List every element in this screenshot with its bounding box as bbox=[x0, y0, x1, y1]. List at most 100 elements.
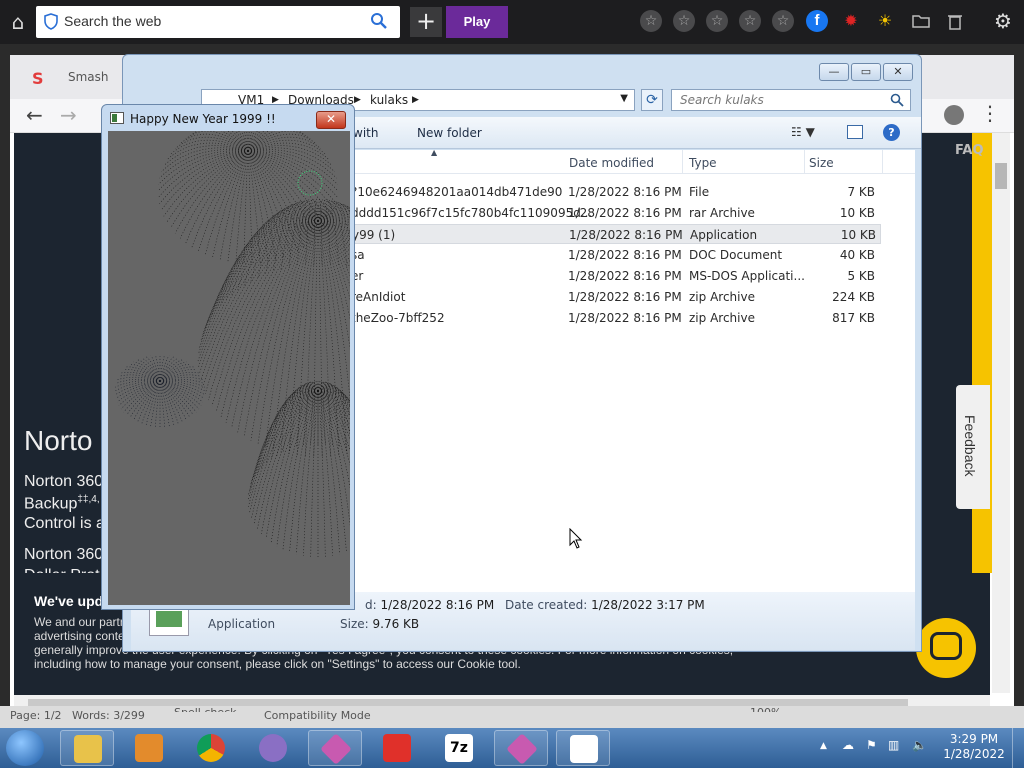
column-divider[interactable] bbox=[804, 150, 805, 174]
folder-search-box[interactable]: Search kulaks bbox=[671, 89, 911, 111]
close-button[interactable]: ✕ bbox=[883, 63, 913, 81]
preview-pane-icon[interactable] bbox=[847, 125, 863, 139]
norton-text-line: Norton 360 bbox=[24, 473, 104, 490]
page-count[interactable]: Page: 1/2 bbox=[10, 709, 62, 722]
clock[interactable]: 3:29 PM 1/28/2022 bbox=[938, 732, 1010, 762]
file-type: File bbox=[689, 185, 710, 199]
page-title: Norto bbox=[24, 425, 93, 456]
app-icon bbox=[110, 112, 124, 124]
back-arrow-icon[interactable]: ← bbox=[26, 103, 43, 127]
feedback-tab[interactable]: Feedback bbox=[956, 385, 990, 509]
clock-date: 1/28/2022 bbox=[943, 747, 1005, 761]
forward-arrow-icon[interactable]: → bbox=[60, 103, 77, 127]
chevron-right-icon[interactable]: ▶ bbox=[354, 95, 361, 105]
tab-smash[interactable]: S Smash bbox=[20, 63, 130, 93]
column-date-modified[interactable]: Date modified bbox=[569, 156, 654, 170]
help-icon[interactable]: ? bbox=[883, 124, 900, 141]
web-search-box[interactable]: Search the web bbox=[36, 6, 400, 38]
file-name: ?10e6246948201aa014db471de90 bbox=[351, 185, 563, 199]
file-name: theZoo-7bff252 bbox=[351, 311, 445, 325]
chevron-right-icon[interactable]: ▶ bbox=[412, 95, 419, 105]
flag-icon[interactable]: ⚑ bbox=[866, 738, 877, 752]
file-size: 10 KB bbox=[839, 206, 875, 220]
search-icon[interactable] bbox=[370, 12, 388, 30]
file-size: 224 KB bbox=[832, 290, 875, 304]
file-type: Application bbox=[690, 228, 758, 242]
ladybug-icon[interactable]: ✹ bbox=[840, 10, 862, 32]
chevron-up-icon[interactable]: ▲ bbox=[820, 741, 827, 751]
7zip-taskbar-button[interactable]: 7z bbox=[432, 730, 486, 766]
maximize-button[interactable]: ▭ bbox=[851, 63, 881, 81]
home-icon[interactable]: ⌂ bbox=[6, 10, 30, 34]
file-type: rar Archive bbox=[689, 206, 755, 220]
play-button[interactable]: Play bbox=[446, 6, 508, 38]
view-options-icon[interactable]: ☷ ▼ bbox=[791, 125, 821, 141]
folder-search-input[interactable]: Search kulaks bbox=[680, 93, 764, 107]
chrome-taskbar-button[interactable] bbox=[184, 730, 238, 766]
vertical-scrollbar[interactable] bbox=[992, 133, 1010, 693]
system-tray: ▲ ☁ ⚑ ▥ 🔈 bbox=[818, 738, 928, 758]
breadcrumb-item[interactable]: kulaks bbox=[370, 93, 408, 107]
file-type: zip Archive bbox=[689, 311, 755, 325]
file-date: 1/28/2022 8:16 PM bbox=[569, 228, 683, 242]
folder-icon[interactable] bbox=[910, 10, 932, 32]
star-icon[interactable]: ☆ bbox=[706, 10, 728, 32]
file-type: zip Archive bbox=[689, 290, 755, 304]
chrome-icon bbox=[197, 734, 225, 762]
column-size[interactable]: Size bbox=[809, 156, 834, 170]
show-desktop-button[interactable] bbox=[1012, 728, 1024, 768]
star-icon[interactable]: ☆ bbox=[772, 10, 794, 32]
facebook-icon[interactable]: f bbox=[806, 10, 828, 32]
start-button[interactable] bbox=[6, 730, 44, 766]
gear-icon[interactable]: ⚙ bbox=[992, 10, 1014, 32]
avatar[interactable] bbox=[944, 105, 964, 125]
app-taskbar-button[interactable] bbox=[494, 730, 548, 766]
detail-size: Size: 9.76 KB bbox=[340, 617, 420, 631]
app-icon bbox=[259, 734, 287, 762]
weather-icon[interactable]: ☀ bbox=[874, 10, 896, 32]
column-divider[interactable] bbox=[882, 150, 883, 174]
wps-taskbar-button[interactable] bbox=[370, 730, 424, 766]
network-icon[interactable]: ▥ bbox=[888, 738, 899, 752]
scroll-thumb[interactable] bbox=[995, 163, 1007, 189]
menu-dots-icon[interactable]: ⋮ bbox=[980, 101, 1000, 125]
chevron-down-icon[interactable]: ▼ bbox=[620, 93, 628, 104]
refresh-icon[interactable]: ⟳ bbox=[641, 89, 663, 111]
file-date: 1/28/2022 8:16 PM bbox=[568, 311, 682, 325]
new-tab-button[interactable]: + bbox=[410, 7, 442, 37]
mouse-cursor-icon bbox=[569, 528, 583, 549]
close-button[interactable]: ✕ bbox=[316, 111, 346, 129]
file-name: reAnIdiot bbox=[351, 290, 406, 304]
app-taskbar-button[interactable] bbox=[308, 730, 362, 766]
wps-icon bbox=[383, 734, 411, 762]
taskbar: 7z ▲ ☁ ⚑ ▥ 🔈 3:29 PM 1/28/2022 bbox=[0, 728, 1024, 768]
chat-button[interactable] bbox=[916, 618, 976, 678]
word-count[interactable]: Words: 3/299 bbox=[72, 709, 145, 722]
star-icon[interactable]: ☆ bbox=[640, 10, 662, 32]
detail-created: Date created: 1/28/2022 3:17 PM bbox=[505, 598, 705, 612]
trash-icon[interactable] bbox=[944, 10, 966, 32]
column-divider[interactable] bbox=[682, 150, 683, 174]
zoom-level[interactable]: 100% bbox=[750, 706, 781, 712]
media-player-taskbar-button[interactable] bbox=[122, 730, 176, 766]
star-icon[interactable]: ☆ bbox=[739, 10, 761, 32]
volume-icon[interactable]: 🔈 bbox=[912, 738, 927, 752]
column-type[interactable]: Type bbox=[689, 156, 717, 170]
search-icon[interactable] bbox=[890, 93, 904, 107]
detail-type: Application bbox=[208, 617, 276, 631]
spell-check-status[interactable]: Spell check bbox=[174, 706, 237, 712]
new-folder-button[interactable]: New folder bbox=[417, 126, 482, 140]
document-taskbar-button[interactable] bbox=[556, 730, 610, 766]
smash-icon: S bbox=[32, 69, 44, 88]
minimize-button[interactable]: — bbox=[819, 63, 849, 81]
cloud-icon[interactable]: ☁ bbox=[842, 738, 854, 752]
explorer-taskbar-button[interactable] bbox=[60, 730, 114, 766]
app-taskbar-button[interactable] bbox=[246, 730, 300, 766]
file-type: MS-DOS Applicati... bbox=[689, 269, 805, 283]
web-search-input[interactable]: Search the web bbox=[64, 13, 161, 29]
faq-link[interactable]: FAQ bbox=[955, 143, 984, 158]
fireworks-canvas bbox=[108, 131, 350, 605]
file-size: 817 KB bbox=[832, 311, 875, 325]
star-icon[interactable]: ☆ bbox=[673, 10, 695, 32]
open-with-button[interactable]: with bbox=[353, 126, 378, 140]
